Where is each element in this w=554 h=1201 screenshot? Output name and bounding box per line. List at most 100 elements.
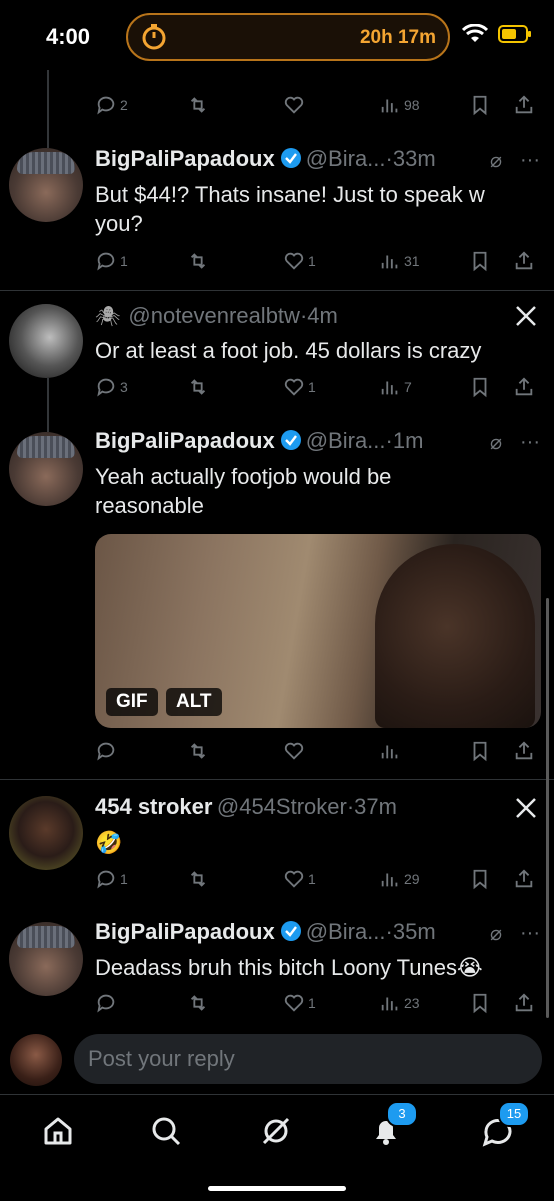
reply-icon — [97, 252, 115, 271]
reply-input[interactable]: Post your reply — [74, 1034, 542, 1084]
bookmark-button[interactable] — [469, 376, 491, 398]
tab-bar: 3 15 — [0, 1094, 554, 1201]
share-button[interactable] — [513, 376, 535, 398]
more-icon[interactable]: ··· — [520, 431, 540, 454]
like-count: 1 — [308, 871, 316, 887]
bookmark-button[interactable] — [469, 992, 491, 1014]
handle[interactable]: @notevenrealbtw — [128, 303, 300, 328]
display-name[interactable]: BigPaliPapadoux — [95, 146, 275, 171]
views-button[interactable]: 98 — [379, 94, 420, 116]
alt-badge[interactable]: ALT — [166, 688, 222, 716]
grok-icon[interactable]: ⌀ — [490, 430, 502, 455]
reply-count: 1 — [120, 871, 128, 887]
share-button[interactable] — [513, 94, 535, 116]
reply-button[interactable] — [95, 740, 117, 762]
repost-button[interactable] — [187, 868, 209, 890]
separator: · — [385, 919, 393, 944]
repost-button[interactable] — [187, 740, 209, 762]
handle[interactable]: @Bira... — [306, 919, 386, 944]
gif-media[interactable] — [95, 534, 541, 728]
reply-icon — [97, 96, 115, 115]
reply-button[interactable]: 1 — [95, 250, 128, 272]
notifications-tab[interactable]: 3 — [366, 1101, 418, 1151]
repost-icon — [190, 743, 206, 759]
share-button[interactable] — [513, 868, 535, 890]
share-icon — [515, 869, 533, 888]
display-name[interactable]: BigPaliPapadoux — [95, 428, 275, 453]
avatar[interactable] — [9, 796, 83, 870]
like-button[interactable]: 1 — [283, 868, 316, 890]
battery-icon — [498, 25, 531, 43]
repost-button[interactable] — [187, 94, 209, 116]
handle[interactable]: @454Stroker — [217, 794, 347, 819]
repost-button[interactable] — [187, 250, 209, 272]
avatar[interactable] — [9, 148, 83, 222]
grok-icon[interactable]: ⌀ — [490, 921, 502, 946]
reply-icon — [97, 378, 115, 397]
more-icon[interactable]: ··· — [520, 922, 540, 945]
messages-tab[interactable]: 15 — [478, 1101, 530, 1151]
like-count: 1 — [308, 253, 316, 269]
wifi-icon — [462, 24, 488, 42]
views-button[interactable]: 7 — [379, 376, 412, 398]
like-button[interactable]: 1 — [283, 376, 316, 398]
handle[interactable]: @Bira... — [306, 146, 386, 171]
bookmark-button[interactable] — [469, 250, 491, 272]
share-button[interactable] — [513, 740, 535, 762]
grok-icon[interactable] — [256, 1111, 296, 1151]
like-button[interactable] — [283, 94, 305, 116]
verified-badge-icon — [280, 430, 301, 450]
share-icon — [515, 251, 533, 270]
like-button[interactable]: 1 — [283, 250, 316, 272]
post-actions: 3 1 7 — [95, 376, 540, 400]
repost-icon — [190, 253, 206, 269]
view-count: 31 — [404, 253, 420, 269]
like-count: 1 — [308, 379, 316, 395]
home-icon[interactable] — [38, 1111, 78, 1151]
avatar[interactable] — [9, 432, 83, 506]
scrollbar[interactable] — [546, 598, 549, 1018]
search-icon[interactable] — [146, 1111, 186, 1151]
reply-button[interactable] — [95, 992, 117, 1014]
like-button[interactable]: 1 — [283, 992, 316, 1014]
x-logo-icon — [516, 798, 536, 818]
display-name[interactable]: 454 stroker — [95, 794, 212, 819]
heart-icon — [284, 994, 304, 1012]
display-name[interactable]: BigPaliPapadoux — [95, 919, 275, 944]
views-button[interactable]: 23 — [379, 992, 420, 1014]
repost-button[interactable] — [187, 992, 209, 1014]
views-button[interactable]: 29 — [379, 868, 420, 890]
reply-button[interactable]: 2 — [95, 94, 128, 116]
thread-line — [47, 378, 49, 432]
divider — [0, 290, 554, 291]
repost-button[interactable] — [187, 376, 209, 398]
share-button[interactable] — [513, 992, 535, 1014]
reply-button[interactable]: 1 — [95, 868, 128, 890]
reply-button[interactable]: 3 — [95, 376, 128, 398]
views-icon — [381, 745, 398, 759]
views-button[interactable]: 31 — [379, 250, 420, 272]
repost-icon — [190, 871, 206, 887]
handle[interactable]: @Bira... — [306, 428, 386, 453]
post-time: 1m — [392, 428, 424, 453]
post-meta-icons: ⌀ ··· — [490, 921, 540, 946]
post-actions: 1 1 29 — [95, 868, 540, 892]
bookmark-button[interactable] — [469, 94, 491, 116]
post-time: 37m — [354, 794, 397, 819]
views-button[interactable] — [379, 740, 401, 762]
user-avatar[interactable] — [10, 1034, 62, 1086]
post-text: 🤣 — [95, 830, 123, 855]
bookmark-button[interactable] — [469, 868, 491, 890]
share-button[interactable] — [513, 250, 535, 272]
grok-icon[interactable]: ⌀ — [490, 148, 502, 173]
avatar[interactable] — [9, 304, 83, 378]
post-header: 🕷 @notevenrealbtw·4m — [95, 303, 338, 329]
bookmark-button[interactable] — [469, 740, 491, 762]
post-header: BigPaliPapadoux @Bira...·1m — [95, 428, 423, 454]
post-actions: 1 1 31 — [95, 250, 540, 274]
more-icon[interactable]: ··· — [520, 149, 540, 172]
avatar[interactable] — [9, 922, 83, 996]
like-button[interactable] — [283, 740, 305, 762]
view-count: 23 — [404, 995, 420, 1011]
live-activity-timer[interactable]: 20h 17m — [126, 13, 450, 61]
